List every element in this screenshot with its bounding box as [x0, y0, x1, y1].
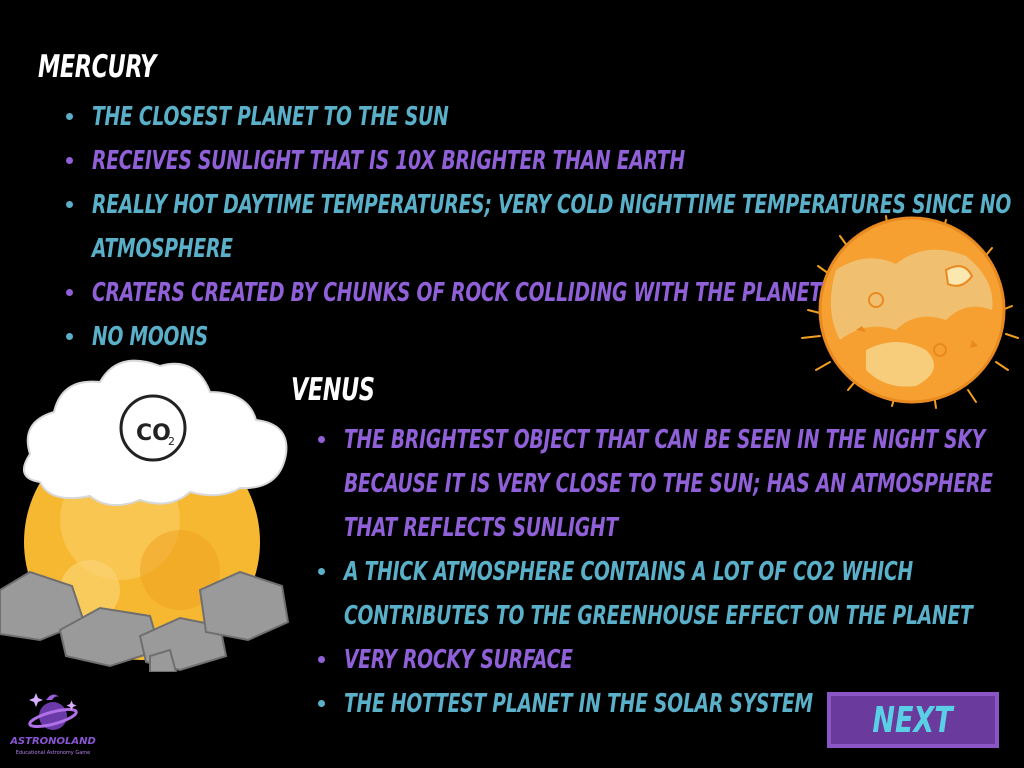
venus-heading: Venus: [291, 372, 375, 408]
fact-text: A thick atmosphere contains a lot of CO2…: [344, 557, 913, 587]
bullet-icon: [318, 436, 325, 443]
fact-text-continued: contributes to the greenhouse effect on …: [344, 601, 973, 631]
bullet-icon: [318, 568, 325, 575]
fact-text: The brightest object that can be seen in…: [344, 425, 986, 455]
co2-subscript: 2: [168, 435, 175, 448]
fact-text-continued: atmosphere: [92, 234, 233, 264]
fact-text-continued: because it is very close to the sun; has…: [344, 469, 993, 499]
fact-text: No moons: [92, 322, 208, 352]
bullet-icon: [66, 157, 73, 164]
fact-text: Craters created by chunks of rock collid…: [92, 278, 822, 308]
mercury-heading: Mercury: [38, 49, 156, 85]
fact-text-continued: that reflects sunlight: [344, 513, 618, 543]
logo-tagline: Educational Astronomy Game: [15, 750, 91, 756]
mercury-fact-list: The closest planet to the sun Receives s…: [66, 95, 1024, 359]
list-item: No moons: [66, 315, 1024, 359]
fact-text: Really hot daytime temperatures; very co…: [92, 190, 1012, 220]
list-item: The closest planet to the sun: [66, 95, 1024, 139]
logo-name: ASTRONOLAND: [10, 736, 96, 747]
list-item: A thick atmosphere contains a lot of CO2…: [318, 550, 1024, 638]
bullet-icon: [318, 700, 325, 707]
list-item: Very rocky surface: [318, 638, 1024, 682]
bullet-icon: [66, 289, 73, 296]
bullet-icon: [66, 113, 73, 120]
venus-fact-list: The brightest object that can be seen in…: [318, 418, 1024, 726]
next-button-label: Next: [872, 699, 954, 741]
list-item: Receives sunlight that is 10x brighter t…: [66, 139, 1024, 183]
bullet-icon: [66, 333, 73, 340]
bullet-icon: [66, 201, 73, 208]
fact-text: Receives sunlight that is 10x brighter t…: [92, 146, 685, 176]
venus-planet-icon: CO 2: [0, 359, 290, 672]
astronoland-logo-icon: [28, 693, 78, 730]
co2-label: CO: [136, 421, 171, 446]
list-item: The brightest object that can be seen in…: [318, 418, 1024, 550]
fact-text: The closest planet to the sun: [92, 102, 449, 132]
fact-text: Very rocky surface: [344, 645, 573, 675]
list-item: Craters created by chunks of rock collid…: [66, 271, 1024, 315]
next-button[interactable]: Next: [827, 692, 999, 748]
bullet-icon: [318, 656, 325, 663]
list-item: Really hot daytime temperatures; very co…: [66, 183, 1024, 271]
